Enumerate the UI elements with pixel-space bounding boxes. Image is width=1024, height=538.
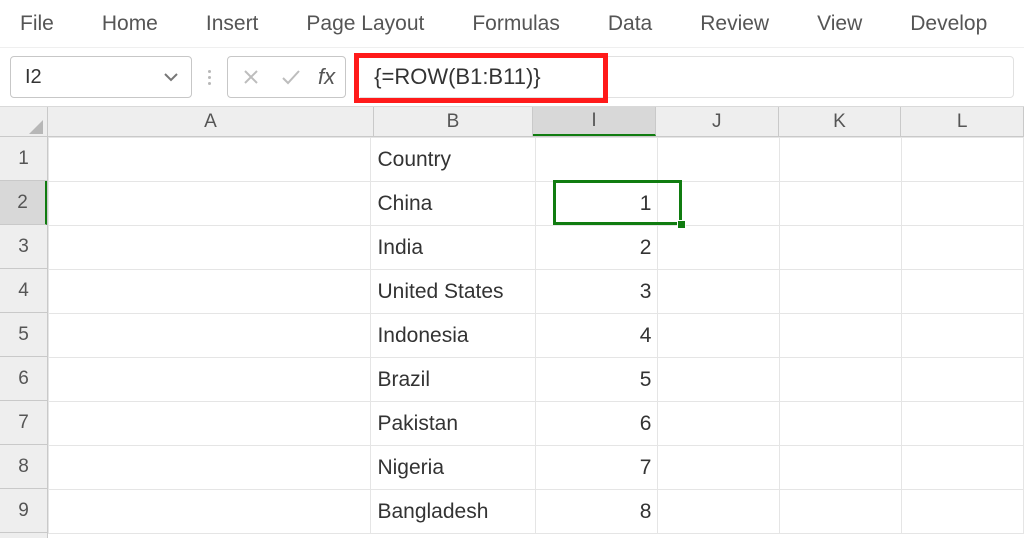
formula-input[interactable]: {=ROW(B1:B11)} (360, 56, 1014, 98)
cell-J8[interactable] (658, 446, 780, 490)
cell-K7[interactable] (780, 402, 902, 446)
cell-J6[interactable] (658, 358, 780, 402)
cell-B3[interactable]: India (371, 226, 536, 270)
cell-J9[interactable] (658, 490, 780, 534)
column-header-B[interactable]: B (374, 107, 533, 136)
cell-J7[interactable] (658, 402, 780, 446)
cell-I9[interactable]: 8 (536, 490, 658, 534)
tab-insert[interactable]: Insert (200, 8, 265, 40)
row-header-5[interactable]: 5 (0, 313, 47, 357)
cell-A5[interactable] (49, 314, 371, 358)
cell-J1[interactable] (658, 138, 780, 182)
row-header-2[interactable]: 2 (0, 181, 47, 225)
fx-label[interactable]: fx (318, 64, 335, 90)
row-header-7[interactable]: 7 (0, 401, 47, 445)
cell-K5[interactable] (780, 314, 902, 358)
column-header-J[interactable]: J (656, 107, 779, 136)
cell-I4[interactable]: 3 (536, 270, 658, 314)
tab-formulas[interactable]: Formulas (466, 8, 566, 40)
tab-view[interactable]: View (811, 8, 868, 40)
cell-B8[interactable]: Nigeria (371, 446, 536, 490)
spreadsheet-grid: ABIJKL 123456789 CountryChina1India2Unit… (0, 106, 1024, 538)
cell-L5[interactable] (902, 314, 1024, 358)
cell-K3[interactable] (780, 226, 902, 270)
cell-A4[interactable] (49, 270, 371, 314)
cell-A3[interactable] (49, 226, 371, 270)
cell-L4[interactable] (902, 270, 1024, 314)
cell-L2[interactable] (902, 182, 1024, 226)
cell-B6[interactable]: Brazil (371, 358, 536, 402)
cells-table: CountryChina1India2United States3Indones… (48, 137, 1024, 534)
cell-A6[interactable] (49, 358, 371, 402)
cell-I5[interactable]: 4 (536, 314, 658, 358)
tab-data[interactable]: Data (602, 8, 658, 40)
cell-I8[interactable]: 7 (536, 446, 658, 490)
cell-K8[interactable] (780, 446, 902, 490)
cell-B2[interactable]: China (371, 182, 536, 226)
tab-review[interactable]: Review (694, 8, 775, 40)
cell-K2[interactable] (780, 182, 902, 226)
column-header-A[interactable]: A (48, 107, 374, 136)
chevron-down-icon[interactable] (161, 67, 181, 87)
row-header-9[interactable]: 9 (0, 489, 47, 533)
cell-I1[interactable] (536, 138, 658, 182)
column-header-K[interactable]: K (779, 107, 902, 136)
cell-B5[interactable]: Indonesia (371, 314, 536, 358)
formula-bar: I2 fx {=ROW(B1:B11)} (0, 48, 1024, 106)
cell-K4[interactable] (780, 270, 902, 314)
cell-A7[interactable] (49, 402, 371, 446)
ribbon-tabs: File Home Insert Page Layout Formulas Da… (0, 0, 1024, 48)
name-box-value: I2 (25, 66, 42, 89)
cell-A2[interactable] (49, 182, 371, 226)
cell-B7[interactable]: Pakistan (371, 402, 536, 446)
cell-B9[interactable]: Bangladesh (371, 490, 536, 534)
tab-file[interactable]: File (14, 8, 60, 40)
cell-I7[interactable]: 6 (536, 402, 658, 446)
enter-icon[interactable] (278, 64, 304, 90)
cell-L9[interactable] (902, 490, 1024, 534)
cell-L6[interactable] (902, 358, 1024, 402)
row-headers: 123456789 (0, 137, 48, 538)
name-box[interactable]: I2 (10, 56, 192, 98)
cell-J2[interactable] (658, 182, 780, 226)
formula-controls: fx (227, 56, 346, 98)
row-header-3[interactable]: 3 (0, 225, 47, 269)
cell-L8[interactable] (902, 446, 1024, 490)
row-header-4[interactable]: 4 (0, 269, 47, 313)
tab-home[interactable]: Home (96, 8, 164, 40)
column-headers: ABIJKL (48, 107, 1024, 137)
cell-I2[interactable]: 1 (536, 182, 658, 226)
cell-K1[interactable] (780, 138, 902, 182)
cell-L3[interactable] (902, 226, 1024, 270)
row-header-8[interactable]: 8 (0, 445, 47, 489)
fill-handle[interactable] (677, 220, 686, 229)
row-header-6[interactable]: 6 (0, 357, 47, 401)
cell-J5[interactable] (658, 314, 780, 358)
column-header-L[interactable]: L (901, 107, 1024, 136)
cell-I6[interactable]: 5 (536, 358, 658, 402)
column-header-I[interactable]: I (533, 107, 656, 136)
cell-L1[interactable] (902, 138, 1024, 182)
cancel-icon[interactable] (238, 64, 264, 90)
cell-B4[interactable]: United States (371, 270, 536, 314)
tab-page-layout[interactable]: Page Layout (300, 8, 430, 40)
formula-text: {=ROW(B1:B11)} (374, 64, 541, 90)
select-all-corner[interactable] (0, 107, 48, 137)
cell-J3[interactable] (658, 226, 780, 270)
cell-A1[interactable] (49, 138, 371, 182)
cell-J4[interactable] (658, 270, 780, 314)
cell-K9[interactable] (780, 490, 902, 534)
cell-I3[interactable]: 2 (536, 226, 658, 270)
tab-developer[interactable]: Develop (904, 8, 993, 40)
separator-icon (206, 56, 213, 98)
cell-B1[interactable]: Country (371, 138, 536, 182)
cell-L7[interactable] (902, 402, 1024, 446)
row-header-1[interactable]: 1 (0, 137, 47, 181)
cell-K6[interactable] (780, 358, 902, 402)
cell-A9[interactable] (49, 490, 371, 534)
cell-A8[interactable] (49, 446, 371, 490)
